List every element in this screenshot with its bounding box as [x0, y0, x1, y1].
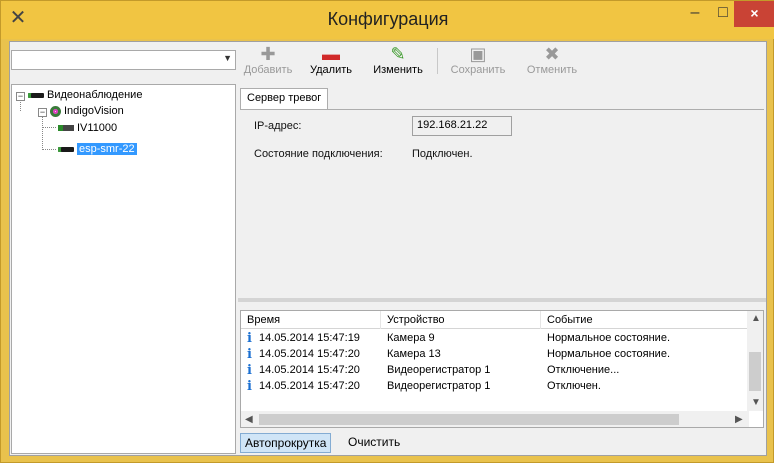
- log-time: 14.05.2014 15:47:20: [259, 380, 360, 392]
- add-label: Добавить: [243, 64, 293, 76]
- minus-icon: ▬: [322, 44, 340, 64]
- cancel-label: Отменить: [526, 64, 578, 76]
- clear-button[interactable]: Очистить: [344, 433, 404, 453]
- log-time: 14.05.2014 15:47:20: [259, 348, 360, 360]
- log-event: Отключен.: [547, 380, 601, 392]
- log-event: Нормальное состояние.: [547, 332, 670, 344]
- tree-node-iv11000[interactable]: IV11000: [58, 120, 117, 136]
- tree-line: [42, 127, 56, 128]
- scroll-up-icon[interactable]: ▲: [751, 313, 761, 324]
- save-button[interactable]: ▣ Сохранить: [442, 44, 514, 80]
- table-row[interactable]: i 14.05.2014 15:47:20 Видеорегистратор 1…: [241, 379, 749, 394]
- log-time: 14.05.2014 15:47:20: [259, 364, 360, 376]
- pencil-icon: ✎: [390, 44, 406, 64]
- toolbar: ✚ Добавить ▬ Удалить ✎ Изменить ▣ Сохран…: [238, 42, 766, 82]
- save-label: Сохранить: [450, 64, 506, 76]
- video-system-icon: [28, 92, 44, 98]
- log-device: Видеорегистратор 1: [387, 380, 491, 392]
- edit-button[interactable]: ✎ Изменить: [366, 44, 430, 80]
- plus-icon: ✚: [260, 44, 276, 64]
- log-controls: Автопрокрутка Очистить: [240, 433, 764, 453]
- tree-line: [42, 149, 56, 150]
- vertical-scrollbar[interactable]: ▲ ▼: [747, 311, 763, 411]
- info-icon: i: [247, 363, 252, 378]
- chevron-down-icon[interactable]: ▼: [223, 53, 232, 63]
- tree-node-root[interactable]: Видеонаблюдение: [28, 87, 142, 103]
- left-pane: ▼ − Видеонаблюдение − IndigoVision IV110…: [10, 42, 238, 455]
- collapse-toggle[interactable]: −: [38, 108, 47, 117]
- log-event: Нормальное состояние.: [547, 348, 670, 360]
- table-row[interactable]: i 14.05.2014 15:47:20 Камера 13 Нормальн…: [241, 347, 749, 362]
- client-area: ▼ − Видеонаблюдение − IndigoVision IV110…: [9, 41, 767, 456]
- info-icon: i: [247, 379, 252, 394]
- log-header: Время Устройство Событие: [241, 311, 749, 329]
- camera-icon: [58, 125, 74, 132]
- scroll-right-icon[interactable]: ▶: [735, 414, 743, 425]
- toolbar-separator: [437, 48, 438, 74]
- log-device: Камера 9: [387, 332, 435, 344]
- details-panel: IP-адрес: 192.168.21.22 Состояние подклю…: [240, 109, 764, 296]
- tree-node-server[interactable]: IndigoVision: [50, 103, 124, 119]
- scroll-down-icon[interactable]: ▼: [751, 397, 761, 408]
- autoscroll-button[interactable]: Автопрокрутка: [240, 433, 332, 453]
- floppy-icon: ▣: [469, 44, 487, 64]
- indigovision-icon: [50, 105, 61, 117]
- title-bar: ✕ Конфигурация – □ ×: [1, 1, 774, 39]
- tab-alarm-server[interactable]: Сервер тревог: [240, 88, 329, 110]
- device-tree: − Видеонаблюдение − IndigoVision IV11000…: [11, 84, 236, 454]
- cancel-button[interactable]: ✖ Отменить: [518, 44, 586, 80]
- event-log: Время Устройство Событие i 14.05.2014 15…: [240, 310, 764, 428]
- table-row[interactable]: i 14.05.2014 15:47:19 Камера 9 Нормально…: [241, 331, 749, 346]
- splitter[interactable]: [238, 298, 766, 302]
- edit-label: Изменить: [373, 64, 423, 76]
- tree-node-label: esp-smr-22: [77, 143, 137, 155]
- close-button[interactable]: ×: [734, 1, 774, 27]
- tree-node-esp-smr-22[interactable]: esp-smr-22: [58, 141, 137, 157]
- collapse-toggle[interactable]: −: [16, 92, 25, 101]
- scroll-left-icon[interactable]: ◀: [245, 414, 253, 425]
- right-pane: ✚ Добавить ▬ Удалить ✎ Изменить ▣ Сохран…: [238, 42, 766, 455]
- column-header-event[interactable]: Событие: [541, 311, 749, 329]
- log-event: Отключение...: [547, 364, 620, 376]
- ip-label: IP-адрес:: [254, 120, 302, 132]
- status-value: Подключен.: [412, 148, 473, 160]
- column-header-device[interactable]: Устройство: [381, 311, 541, 329]
- cancel-x-icon: ✖: [544, 44, 560, 64]
- horizontal-scrollbar[interactable]: ◀ ▶: [241, 411, 749, 427]
- config-window: ✕ Конфигурация – □ × ▼ − Видеонаблюдение…: [0, 0, 774, 463]
- log-device: Видеорегистратор 1: [387, 364, 491, 376]
- info-icon: i: [247, 331, 252, 346]
- add-button[interactable]: ✚ Добавить: [238, 44, 298, 80]
- window-title: Конфигурация: [327, 9, 449, 29]
- table-row[interactable]: i 14.05.2014 15:47:20 Видеорегистратор 1…: [241, 363, 749, 378]
- log-time: 14.05.2014 15:47:19: [259, 332, 360, 344]
- tree-node-label: IV11000: [77, 122, 118, 134]
- source-combo[interactable]: ▼: [11, 50, 236, 70]
- tab-strip: Сервер тревог: [240, 88, 764, 110]
- alarm-server-icon: [58, 146, 74, 152]
- horizontal-scroll-thumb[interactable]: [259, 414, 679, 425]
- delete-button[interactable]: ▬ Удалить: [301, 44, 361, 80]
- info-icon: i: [247, 347, 252, 362]
- ip-field[interactable]: 192.168.21.22: [412, 116, 512, 136]
- delete-label: Удалить: [310, 64, 352, 76]
- minimize-button[interactable]: –: [680, 1, 710, 27]
- tree-node-label: Видеонаблюдение: [47, 89, 143, 101]
- vertical-scroll-thumb[interactable]: [749, 352, 761, 391]
- status-label: Состояние подключения:: [254, 148, 383, 160]
- tree-line: [42, 113, 43, 150]
- column-header-time[interactable]: Время: [241, 311, 381, 329]
- tree-node-label: IndigoVision: [64, 105, 124, 117]
- log-device: Камера 13: [387, 348, 441, 360]
